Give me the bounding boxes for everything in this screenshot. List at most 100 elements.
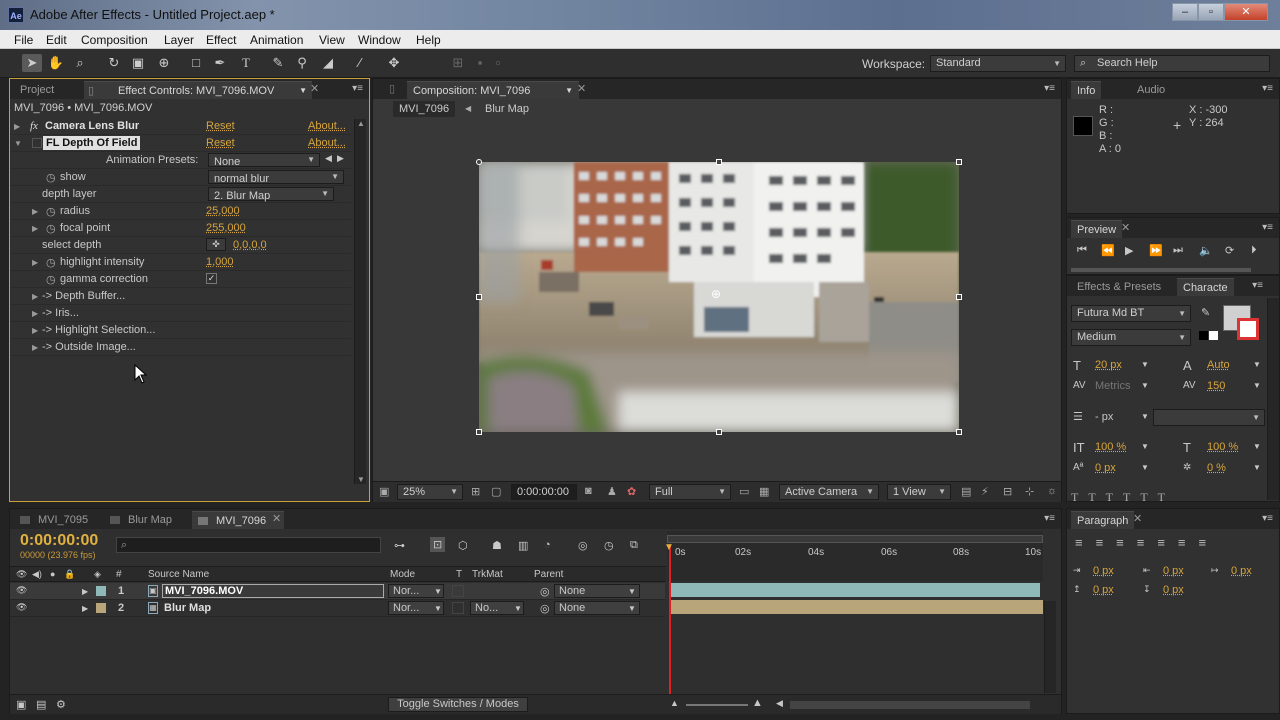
space-before-value[interactable]: 0 px [1093, 584, 1114, 596]
chevron-down-icon[interactable]: ▼ [1141, 442, 1149, 451]
layer-switches-icon[interactable]: ▤ [36, 698, 46, 711]
mask-visibility-icon[interactable]: ▢ [491, 485, 501, 498]
preserve-transparency-toggle[interactable] [452, 585, 464, 597]
transform-handle[interactable] [716, 159, 722, 165]
stroke-color-swatch[interactable] [1237, 318, 1259, 340]
clone-stamp-tool-icon[interactable]: ⚲ [292, 54, 312, 72]
chevron-down-icon[interactable]: ▼ [1253, 360, 1261, 369]
toggle-switches-modes-button[interactable]: Toggle Switches / Modes [388, 697, 528, 712]
hand-tool-icon[interactable]: ✋ [46, 54, 66, 72]
next-frame-icon[interactable]: ⏩ [1149, 244, 1163, 257]
transform-handle[interactable] [956, 159, 962, 165]
menu-animation[interactable]: Animation [250, 33, 303, 47]
crosshair-icon[interactable]: ✜ [206, 238, 226, 251]
chevron-down-icon[interactable]: ▼ [628, 604, 636, 613]
chevron-down-icon[interactable]: ▼ [434, 604, 442, 613]
select-depth-value[interactable]: 0,0,0,0 [233, 239, 267, 251]
zoom-slider[interactable] [686, 704, 748, 706]
playhead-icon[interactable]: ▼ [664, 542, 674, 553]
region-of-interest-icon[interactable]: ▭ [739, 485, 749, 498]
timeline-timecode[interactable]: 0:00:00:00 [20, 532, 98, 550]
kerning-value[interactable]: Metrics [1095, 380, 1130, 392]
group-row-iris[interactable]: ▶ -> Iris... [10, 305, 351, 322]
magnification-dropdown[interactable]: 25% ▼ [397, 484, 463, 500]
tab-composition[interactable]: Composition: MVI_7096 ▼ [407, 81, 579, 99]
loop-icon[interactable]: ⟳ [1225, 244, 1234, 257]
transform-handle[interactable] [476, 294, 482, 300]
stopwatch-icon[interactable]: ◷ [46, 273, 56, 286]
tab-project[interactable]: Project [14, 81, 60, 99]
character-scrollbar[interactable] [1267, 298, 1279, 500]
pick-whip-icon[interactable]: ◎ [540, 602, 550, 615]
tab-mvi7095[interactable]: MVI_7095 [14, 511, 94, 529]
effect-row-camera-lens-blur[interactable]: ▶ fx Camera Lens Blur Reset About... [10, 118, 351, 135]
chevron-down-icon[interactable]: ▼ [299, 82, 307, 100]
indent-left-value[interactable]: 0 px [1093, 565, 1114, 577]
transform-handle[interactable] [476, 429, 482, 435]
stopwatch-icon[interactable]: ◷ [46, 256, 56, 269]
next-preset-icon[interactable]: ▶ [337, 153, 344, 164]
comp-mini-flowchart-icon[interactable]: ⊶ [394, 539, 405, 552]
world-axis-icon[interactable]: ▪ [470, 54, 490, 72]
tab-preview[interactable]: Preview [1071, 220, 1123, 238]
depth-layer-dropdown[interactable]: 2. Blur Map ▼ [208, 187, 334, 202]
expand-triangle-icon[interactable]: ▶ [32, 224, 38, 233]
video-switch-icon[interactable]: 👁 [16, 569, 27, 580]
timeline-hscroll[interactable] [790, 701, 1030, 709]
close-icon[interactable]: ✕ [272, 512, 281, 525]
layer-name[interactable]: MVI_7096.MOV [162, 584, 384, 598]
scroll-down-icon[interactable]: ▼ [357, 475, 365, 484]
chevron-down-icon[interactable]: ▼ [1141, 360, 1149, 369]
scroll-left-icon[interactable]: ◀ [776, 698, 783, 709]
last-frame-icon[interactable]: ⏭ [1173, 244, 1183, 257]
expand-triangle-icon[interactable]: ▶ [32, 258, 38, 267]
first-frame-icon[interactable]: ⏮ [1077, 244, 1087, 257]
menu-layer[interactable]: Layer [164, 33, 194, 47]
tab-audio[interactable]: Audio [1131, 81, 1171, 99]
auto-keyframe-icon[interactable]: ◷ [604, 539, 614, 552]
tab-blur-map[interactable]: Blur Map [104, 511, 178, 529]
animation-presets-dropdown[interactable]: None ▼ [208, 153, 320, 168]
minimize-button[interactable]: – [1172, 3, 1198, 21]
expand-triangle-icon[interactable]: ▶ [14, 122, 20, 131]
close-icon[interactable]: ✕ [1121, 221, 1130, 234]
chevron-down-icon[interactable]: ▼ [434, 587, 442, 596]
panel-menu-icon[interactable]: ▾≡ [352, 83, 363, 94]
alignment-buttons-icon[interactable]: ≡≡≡≡≡≡≡ [1075, 535, 1275, 551]
group-row-highlight-selection[interactable]: ▶ -> Highlight Selection... [10, 322, 351, 339]
tab-effects-presets[interactable]: Effects & Presets [1071, 278, 1167, 296]
expand-triangle-icon[interactable]: ▶ [32, 207, 38, 216]
anchor-handle[interactable] [476, 159, 482, 165]
rotate-tool-icon[interactable]: ↻ [104, 54, 124, 72]
transfer-controls-icon[interactable]: ⚙ [56, 698, 66, 711]
tab-effect-controls[interactable]: ▯ Effect Controls: MVI_7096.MOV ▼ [84, 81, 312, 99]
effect-switch[interactable] [32, 138, 42, 148]
type-tool-icon[interactable]: T [236, 54, 256, 72]
black-swatch[interactable] [1199, 331, 1208, 340]
scroll-up-icon[interactable]: ▲ [357, 119, 365, 128]
tab-info[interactable]: Info [1071, 81, 1102, 99]
stroke-type-dropdown[interactable]: ▼ [1153, 409, 1265, 426]
stopwatch-icon[interactable]: ◷ [46, 222, 56, 235]
prev-frame-icon[interactable]: ⏪ [1101, 244, 1115, 257]
tracking-value[interactable]: 150 [1207, 380, 1225, 392]
prev-preset-icon[interactable]: ◀ [325, 153, 332, 164]
puppet-tool-icon[interactable]: ✥ [384, 54, 404, 72]
highlight-intensity-value[interactable]: 1,000 [206, 256, 234, 268]
menu-view[interactable]: View [319, 33, 345, 47]
zoom-in-icon[interactable]: ▲ [752, 697, 763, 709]
menu-file[interactable]: File [14, 33, 33, 47]
expand-triangle-icon[interactable]: ▶ [82, 587, 88, 596]
layer-bar-1[interactable] [669, 582, 1040, 598]
comp-crumb-blur-map[interactable]: Blur Map [485, 103, 529, 115]
white-swatch[interactable] [1209, 331, 1218, 340]
work-area-bar[interactable] [667, 535, 1043, 543]
expand-triangle-icon[interactable]: ▶ [32, 343, 38, 352]
menu-effect[interactable]: Effect [206, 33, 236, 47]
transform-handle[interactable] [956, 429, 962, 435]
comp-settings-icon[interactable]: ▣ [16, 698, 26, 711]
menu-edit[interactable]: Edit [46, 33, 67, 47]
chevron-down-icon[interactable]: ▼ [565, 82, 573, 100]
expand-triangle-icon[interactable]: ▶ [32, 292, 38, 301]
baseline-shift-value[interactable]: 0 px [1095, 462, 1116, 474]
